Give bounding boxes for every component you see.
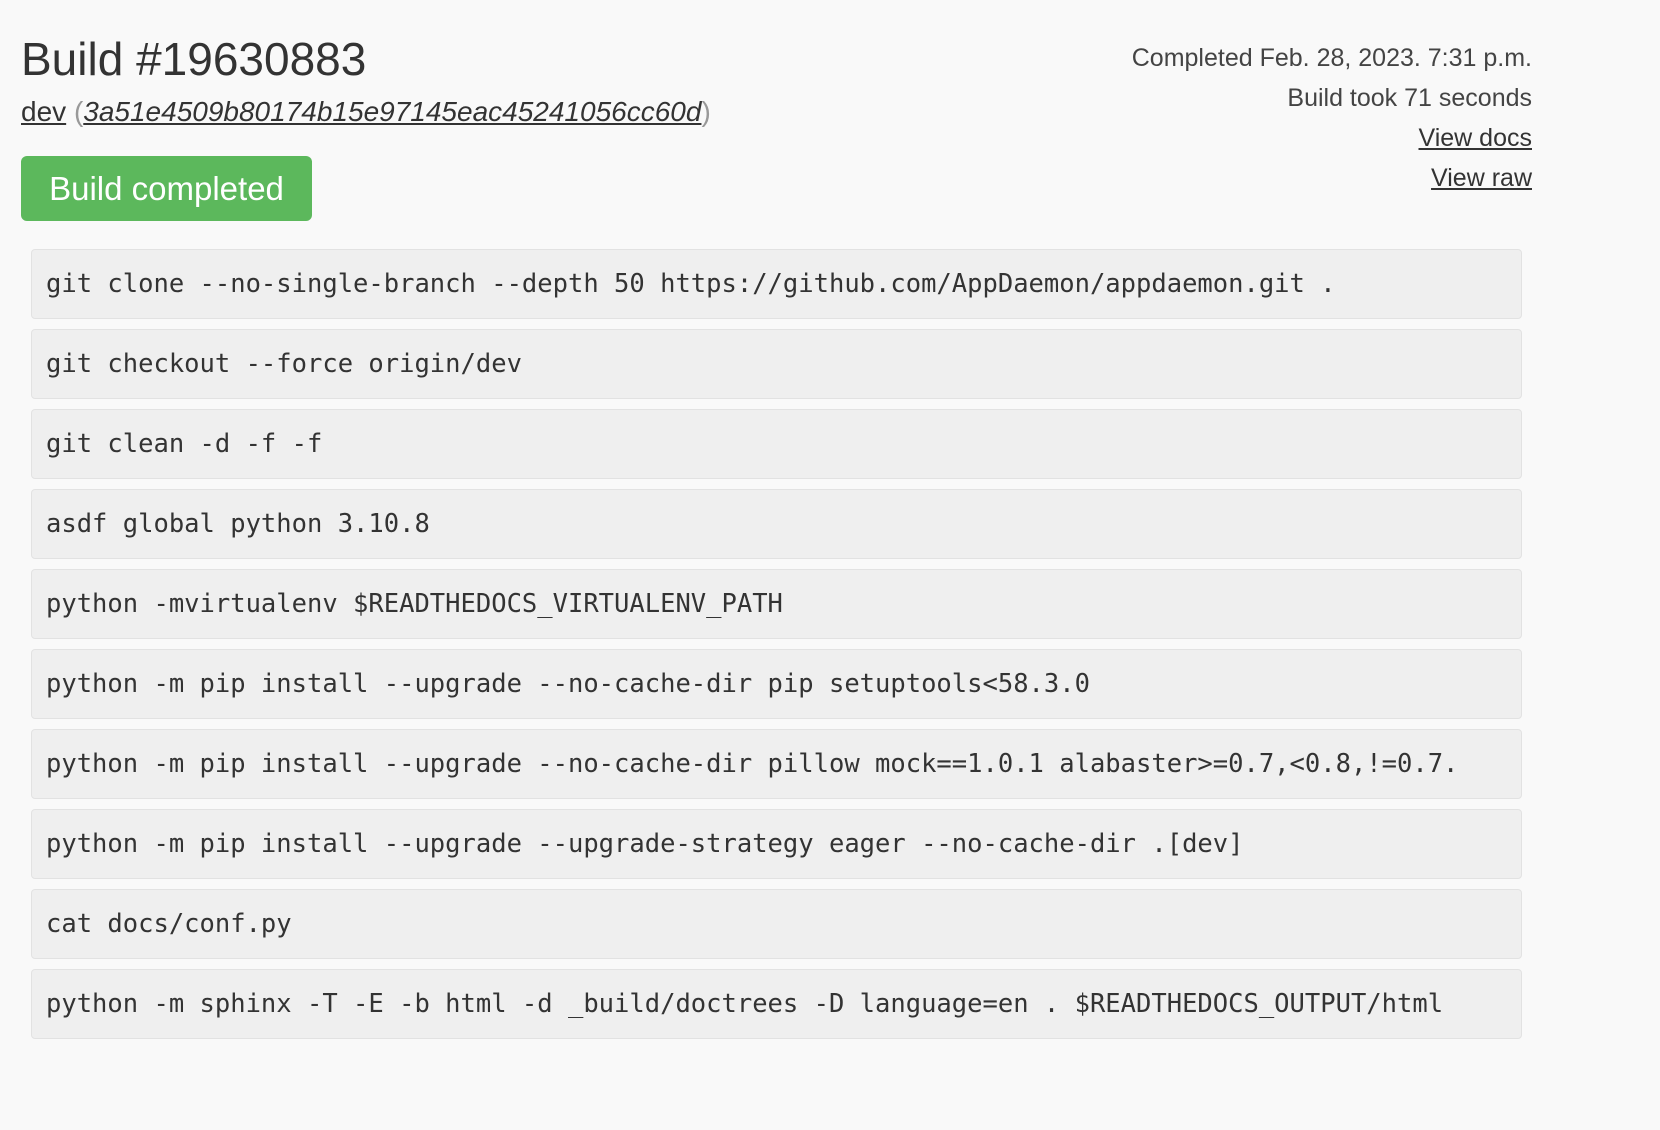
branch-link[interactable]: dev xyxy=(21,96,66,127)
command-row[interactable]: python -m pip install --upgrade --no-cac… xyxy=(31,649,1522,719)
close-paren: ) xyxy=(701,96,711,127)
view-raw-link[interactable]: View raw xyxy=(1132,158,1532,198)
command-row[interactable]: python -m pip install --upgrade --no-cac… xyxy=(31,729,1522,799)
commit-link[interactable]: 3a51e4509b80174b15e97145eac45241056cc60d xyxy=(83,96,701,127)
command-row[interactable]: python -m pip install --upgrade --upgrad… xyxy=(31,809,1522,879)
build-meta: Completed Feb. 28, 2023. 7:31 p.m. Build… xyxy=(1132,38,1532,198)
command-row[interactable]: git checkout --force origin/dev xyxy=(31,329,1522,399)
command-list: git clone --no-single-branch --depth 50 … xyxy=(31,249,1522,1049)
command-row[interactable]: git clean -d -f -f xyxy=(31,409,1522,479)
command-row[interactable]: python -m sphinx -T -E -b html -d _build… xyxy=(31,969,1522,1039)
command-row[interactable]: python -mvirtualenv $READTHEDOCS_VIRTUAL… xyxy=(31,569,1522,639)
build-title: Build #19630883 xyxy=(21,33,367,85)
view-docs-link[interactable]: View docs xyxy=(1132,118,1533,158)
completed-timestamp: Completed Feb. 28, 2023. 7:31 p.m. xyxy=(1131,44,1532,72)
status-badge: Build completed xyxy=(21,156,312,221)
command-row[interactable]: asdf global python 3.10.8 xyxy=(31,489,1522,559)
build-duration: Build took 71 seconds xyxy=(1287,84,1532,112)
build-header: Build #19630883 dev (3a51e4509b80174b15e… xyxy=(21,30,1532,230)
command-row[interactable]: cat docs/conf.py xyxy=(31,889,1522,959)
command-row[interactable]: git clone --no-single-branch --depth 50 … xyxy=(31,249,1522,319)
build-ref: dev (3a51e4509b80174b15e97145eac45241056… xyxy=(21,94,711,130)
open-paren: ( xyxy=(73,96,84,127)
